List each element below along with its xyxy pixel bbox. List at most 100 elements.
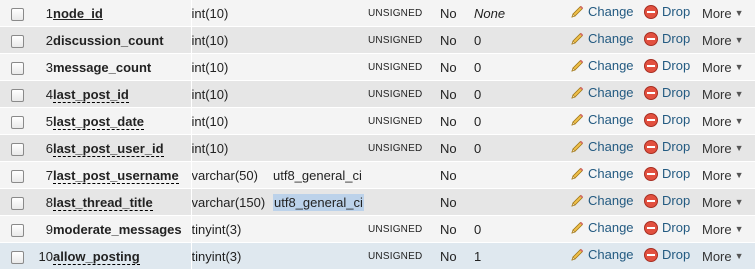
row-checkbox[interactable]	[10, 7, 24, 21]
change-label: Change	[588, 247, 634, 262]
drop-icon	[643, 220, 659, 236]
column-number: 9	[34, 215, 53, 243]
column-null: No	[440, 161, 474, 189]
change-label: Change	[588, 139, 634, 154]
row-checkbox[interactable]	[10, 88, 24, 102]
drop-action[interactable]: Drop	[643, 85, 690, 101]
column-type: varchar(50)	[190, 161, 273, 189]
more-label: More	[702, 248, 732, 264]
pencil-icon	[569, 85, 585, 101]
row-checkbox[interactable]	[10, 34, 24, 48]
column-collation	[273, 134, 368, 162]
drop-cell: Drop	[643, 134, 702, 162]
column-name-cell: discussion_count	[53, 26, 191, 54]
change-label: Change	[588, 220, 634, 235]
column-number: 6	[34, 134, 53, 162]
change-label: Change	[588, 166, 634, 181]
change-action[interactable]: Change	[569, 139, 634, 155]
more-dropdown[interactable]: More ▼	[702, 6, 744, 21]
table-row: 9 moderate_messages tinyint(3) UNSIGNED …	[0, 215, 755, 243]
row-checkbox[interactable]	[10, 169, 24, 183]
drop-action[interactable]: Drop	[643, 247, 690, 263]
dropdown-arrow-icon: ▼	[734, 35, 744, 45]
change-action[interactable]: Change	[569, 247, 634, 263]
column-name-cell: last_post_date	[53, 107, 191, 135]
drop-action[interactable]: Drop	[643, 31, 690, 47]
more-dropdown[interactable]: More ▼	[702, 168, 744, 183]
drop-cell: Drop	[643, 80, 702, 108]
row-checkbox-cell	[0, 242, 34, 270]
more-label: More	[702, 32, 732, 48]
drop-cell: Drop	[643, 242, 702, 270]
column-default	[474, 161, 569, 189]
more-cell: More ▼	[702, 0, 755, 27]
row-checkbox[interactable]	[10, 223, 24, 237]
drop-action[interactable]: Drop	[643, 220, 690, 236]
more-dropdown[interactable]: More ▼	[702, 141, 744, 156]
drop-cell: Drop	[643, 0, 702, 27]
dropdown-arrow-icon: ▼	[734, 170, 744, 180]
column-default: None	[474, 0, 569, 27]
change-cell: Change	[569, 107, 643, 135]
more-label: More	[702, 140, 732, 156]
more-cell: More ▼	[702, 53, 755, 81]
default-value: None	[474, 5, 506, 21]
row-checkbox[interactable]	[10, 196, 24, 210]
column-type: int(10)	[190, 0, 273, 27]
drop-action[interactable]: Drop	[643, 166, 690, 182]
column-attributes	[368, 188, 440, 216]
pencil-icon	[569, 31, 585, 47]
row-checkbox[interactable]	[10, 61, 24, 75]
pencil-icon	[569, 112, 585, 128]
row-checkbox[interactable]	[10, 250, 24, 264]
change-action[interactable]: Change	[569, 193, 634, 209]
column-name: moderate_messages	[53, 221, 182, 237]
default-value: 0	[474, 140, 482, 156]
drop-cell: Drop	[643, 188, 702, 216]
drop-icon	[643, 247, 659, 263]
more-dropdown[interactable]: More ▼	[702, 249, 744, 264]
more-dropdown[interactable]: More ▼	[702, 87, 744, 102]
change-action[interactable]: Change	[569, 112, 634, 128]
drop-action[interactable]: Drop	[643, 4, 690, 20]
drop-action[interactable]: Drop	[643, 112, 690, 128]
column-default: 0	[474, 53, 569, 81]
more-dropdown[interactable]: More ▼	[702, 114, 744, 129]
more-cell: More ▼	[702, 134, 755, 162]
column-number: 3	[34, 53, 53, 81]
change-action[interactable]: Change	[569, 220, 634, 236]
more-dropdown[interactable]: More ▼	[702, 222, 744, 237]
column-default: 1	[474, 242, 569, 270]
pencil-icon	[569, 4, 585, 20]
row-checkbox[interactable]	[10, 115, 24, 129]
change-action[interactable]: Change	[569, 85, 634, 101]
pencil-icon	[569, 220, 585, 236]
change-action[interactable]: Change	[569, 4, 634, 20]
more-dropdown[interactable]: More ▼	[702, 195, 744, 210]
change-action[interactable]: Change	[569, 31, 634, 47]
more-cell: More ▼	[702, 188, 755, 216]
change-cell: Change	[569, 0, 643, 27]
row-checkbox-cell	[0, 134, 34, 162]
default-value: 0	[474, 86, 482, 102]
column-number: 4	[34, 80, 53, 108]
more-dropdown[interactable]: More ▼	[702, 33, 744, 48]
change-action[interactable]: Change	[569, 58, 634, 74]
dropdown-arrow-icon: ▼	[734, 197, 744, 207]
drop-label: Drop	[662, 112, 691, 127]
default-value: 0	[474, 59, 482, 75]
more-dropdown[interactable]: More ▼	[702, 60, 744, 75]
drop-action[interactable]: Drop	[643, 193, 690, 209]
column-number: 1	[34, 0, 53, 27]
drop-action[interactable]: Drop	[643, 139, 690, 155]
column-null: No	[440, 215, 474, 243]
change-action[interactable]: Change	[569, 166, 634, 182]
drop-action[interactable]: Drop	[643, 58, 690, 74]
row-checkbox[interactable]	[10, 142, 24, 156]
dropdown-arrow-icon: ▼	[734, 8, 744, 18]
column-type: int(10)	[190, 26, 273, 54]
column-default: 0	[474, 26, 569, 54]
drop-cell: Drop	[643, 215, 702, 243]
drop-label: Drop	[662, 193, 691, 208]
more-cell: More ▼	[702, 215, 755, 243]
